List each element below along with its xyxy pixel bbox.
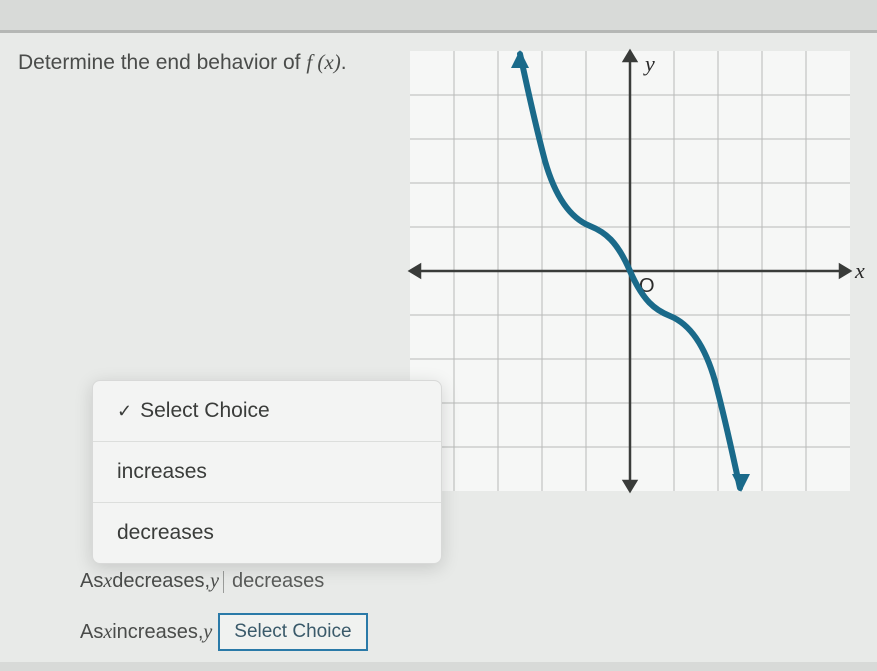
dropdown-option-increases[interactable]: increases <box>93 442 441 503</box>
select-choice-button[interactable]: Select Choice <box>218 613 367 651</box>
y-axis-label: y <box>643 51 655 76</box>
check-icon: ✓ <box>117 401 132 421</box>
prompt-function: f (x) <box>306 50 340 74</box>
answer2-xvar: x <box>103 621 112 644</box>
prompt-text-before: Determine the end behavior of <box>18 51 306 74</box>
select-choice-label: Select Choice <box>234 621 351 643</box>
answers-block: As x decreases, y decreases As x increas… <box>80 570 368 671</box>
answer-row-1: As x decreases, y decreases <box>80 570 368 593</box>
answer2-yvar: y <box>203 621 212 644</box>
dropdown-option-decreases[interactable]: decreases <box>93 503 441 563</box>
dropdown-placeholder-option[interactable]: ✓ Select Choice <box>93 381 441 442</box>
answer1-xvar: x <box>103 570 112 593</box>
dropdown-option-label: increases <box>117 460 207 483</box>
dropdown-placeholder-text: Select Choice <box>140 399 270 422</box>
graph-container: y x O <box>405 46 865 506</box>
answer1-mid: decreases, <box>112 570 210 593</box>
answer2-mid: increases, <box>112 621 203 644</box>
answer1-prefix: As <box>80 570 103 593</box>
answer-row-2: As x increases, y Select Choice <box>80 613 368 651</box>
prompt-text-after: . <box>341 51 347 74</box>
dropdown-panel: ✓ Select Choice increases decreases <box>92 380 442 564</box>
answer2-prefix: As <box>80 621 103 644</box>
graph-svg: y x O <box>405 46 865 506</box>
x-axis-label: x <box>854 258 865 283</box>
question-prompt: Determine the end behavior of f (x). <box>18 50 347 75</box>
dropdown-option-label: decreases <box>117 521 214 544</box>
answer1-value: decreases <box>232 570 324 593</box>
divider <box>223 571 224 593</box>
answer1-yvar: y <box>210 570 219 593</box>
